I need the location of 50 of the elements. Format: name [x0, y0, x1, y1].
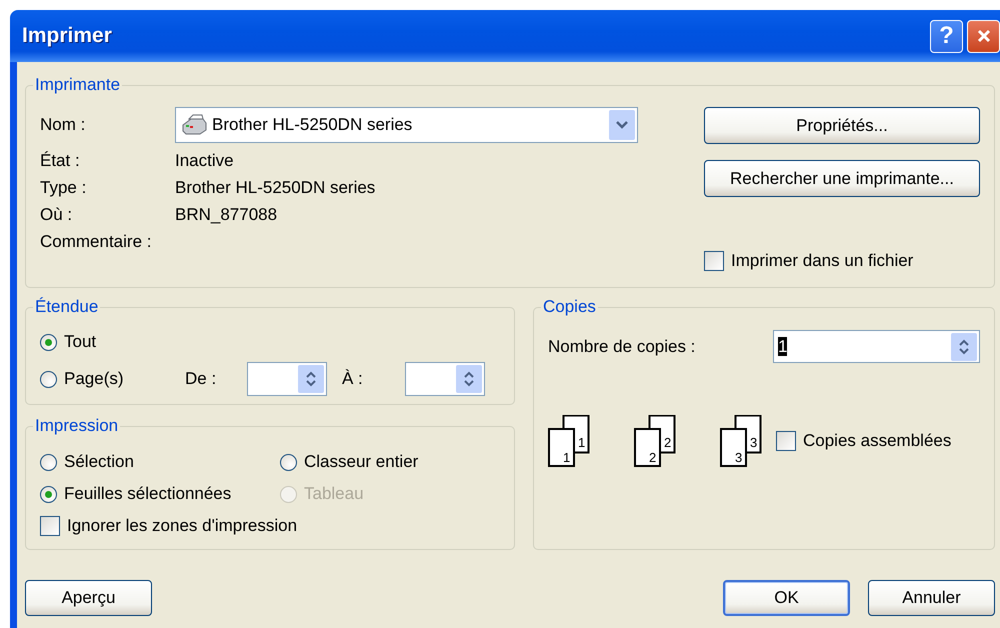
spin-button[interactable] — [298, 365, 324, 393]
page-number-field[interactable] — [247, 362, 327, 396]
group-title: Copies — [542, 297, 597, 317]
radio-option[interactable]: Tout — [40, 327, 500, 357]
group-title: Impression — [34, 416, 120, 436]
field-value: BRN_877088 — [175, 204, 278, 226]
printer-dropdown[interactable]: Brother HL-5250DN series — [175, 107, 638, 143]
chevron-down-icon — [616, 120, 628, 130]
preview-button[interactable]: Aperçu — [25, 580, 152, 616]
group-title: Imprimante — [34, 75, 122, 95]
page-number-field[interactable] — [405, 362, 485, 396]
close-icon — [976, 28, 992, 44]
up-down-arrows-icon — [958, 338, 970, 356]
copies-field[interactable]: 1 — [773, 330, 980, 363]
field-label: À : — [342, 369, 364, 389]
page-number: 3 — [750, 435, 758, 450]
page-number: 2 — [664, 435, 672, 450]
checkbox[interactable]: Imprimer dans un fichier — [704, 246, 980, 276]
help-button[interactable]: ? — [930, 20, 963, 52]
field-label: Type : — [40, 177, 88, 199]
window-title: Imprimer — [22, 24, 112, 48]
dropdown-button[interactable] — [609, 110, 635, 140]
field-label: De : — [185, 369, 218, 389]
close-button[interactable] — [967, 20, 1000, 52]
radio-option[interactable]: Page(s) — [40, 364, 185, 394]
checkbox[interactable]: Ignorer les zones d'impression — [40, 511, 500, 541]
dialog-button[interactable]: Annuler — [868, 580, 995, 616]
dialog-button[interactable]: Propriétés... — [704, 107, 980, 144]
spin-button[interactable] — [951, 332, 977, 360]
field-label: Commentaire : — [40, 231, 152, 253]
page-number: 1 — [578, 435, 586, 450]
checkbox[interactable]: Copies assemblées — [776, 426, 952, 456]
field-label: Nombre de copies : — [548, 336, 696, 356]
page-number: 2 — [649, 450, 656, 465]
dialog-button[interactable]: Rechercher une imprimante... — [704, 160, 980, 197]
field-label: Nom : — [40, 115, 86, 135]
up-down-arrows-icon — [463, 370, 475, 388]
radio-option[interactable]: Sélection — [40, 447, 280, 477]
field-label: État : — [40, 150, 81, 172]
dialog-button[interactable]: OK — [723, 580, 850, 616]
page-number: 3 — [735, 450, 742, 465]
spin-button[interactable] — [456, 365, 482, 393]
up-down-arrows-icon — [305, 370, 317, 388]
page-number: 1 — [563, 450, 570, 465]
radio-option[interactable]: Feuilles sélectionnées — [40, 479, 280, 509]
field-value: Inactive — [175, 150, 235, 172]
field-value: Brother HL-5250DN series — [175, 177, 376, 199]
group-title: Étendue — [34, 297, 100, 317]
field-label: Où : — [40, 204, 74, 226]
radio-option[interactable]: Classeur entier — [280, 447, 500, 477]
